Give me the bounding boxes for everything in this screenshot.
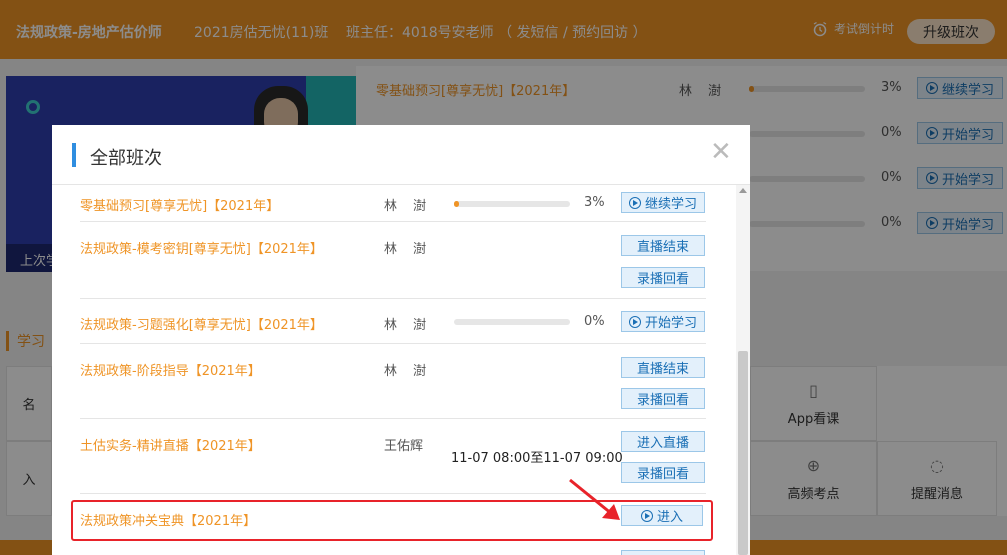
continue-study-button[interactable]: 继续学习	[621, 192, 705, 213]
enter-live-button[interactable]: 进入直播	[621, 431, 705, 452]
title-accent	[72, 143, 76, 167]
annotation-arrow-icon	[569, 478, 620, 520]
button-label: 直播结束	[636, 362, 689, 377]
teacher-name: 林 澍	[384, 364, 433, 379]
progress-percent: 3%	[584, 195, 605, 210]
live-ended-button[interactable]: 直播结束	[621, 357, 705, 378]
course-title[interactable]: 零基础预习[尊享无忧]【2021年】	[80, 195, 279, 214]
live-ended-button[interactable]: 直播结束	[621, 235, 705, 256]
table-row: 零基础预习[尊享无忧]【2021年】 林 澍 3% 继续学习	[80, 185, 706, 222]
course-title[interactable]: 法规政策-习题强化[尊享无忧]【2021年】	[80, 314, 323, 333]
close-icon[interactable]: ✕	[710, 139, 732, 165]
table-row: 法规政策-习题强化[尊享无忧]【2021年】 林 澍 0% 开始学习	[80, 299, 706, 344]
replay-button[interactable]: 录播回看	[621, 267, 705, 288]
button-label: 录播回看	[636, 272, 689, 287]
teacher-name: 林 澍	[384, 318, 433, 333]
progress-bar	[454, 201, 570, 207]
button-label: 开始学习	[644, 316, 697, 331]
modal-title: 全部班次	[90, 148, 162, 169]
progress-fill	[454, 201, 459, 207]
button-label: 录播回看	[636, 393, 689, 408]
progress-bar	[454, 319, 570, 325]
play-icon	[628, 315, 641, 328]
button-label: 进入直播	[636, 436, 689, 451]
course-title[interactable]: 法规政策-阶段指导【2021年】	[80, 360, 261, 379]
button-label: 直播结束	[636, 240, 689, 255]
replay-button[interactable]: 录播回看	[621, 388, 705, 409]
modal-header: 全部班次 ✕	[52, 125, 750, 185]
course-title[interactable]: 法规政策-模考密钥[尊享无忧]【2021年】	[80, 238, 323, 257]
teacher-name: 王佑辉	[384, 439, 424, 454]
progress-percent: 0%	[584, 314, 605, 329]
scroll-up-arrow-icon[interactable]	[739, 188, 747, 193]
course-title[interactable]: 土估实务-精讲直播【2021年】	[80, 435, 261, 454]
scrollbar-thumb[interactable]	[738, 351, 748, 555]
start-study-button[interactable]: 开始学习	[621, 311, 705, 332]
table-row: 法规政策-模考密钥[尊享无忧]【2021年】 林 澍 直播结束 录播回看	[80, 222, 706, 299]
teacher-name: 林 澍	[384, 199, 433, 214]
play-icon	[628, 196, 641, 209]
next-row-button-partial[interactable]	[621, 550, 705, 555]
table-row: 法规政策-阶段指导【2021年】 林 澍 直播结束 录播回看	[80, 344, 706, 419]
button-label: 录播回看	[636, 467, 689, 482]
live-time-range: 11-07 08:00至11-07 09:00	[451, 451, 623, 466]
all-classes-modal: 全部班次 ✕ 零基础预习[尊享无忧]【2021年】 林 澍 3% 继续学习 法规…	[52, 125, 750, 555]
button-label: 继续学习	[644, 197, 697, 212]
replay-button[interactable]: 录播回看	[621, 462, 705, 483]
teacher-name: 林 澍	[384, 242, 433, 257]
